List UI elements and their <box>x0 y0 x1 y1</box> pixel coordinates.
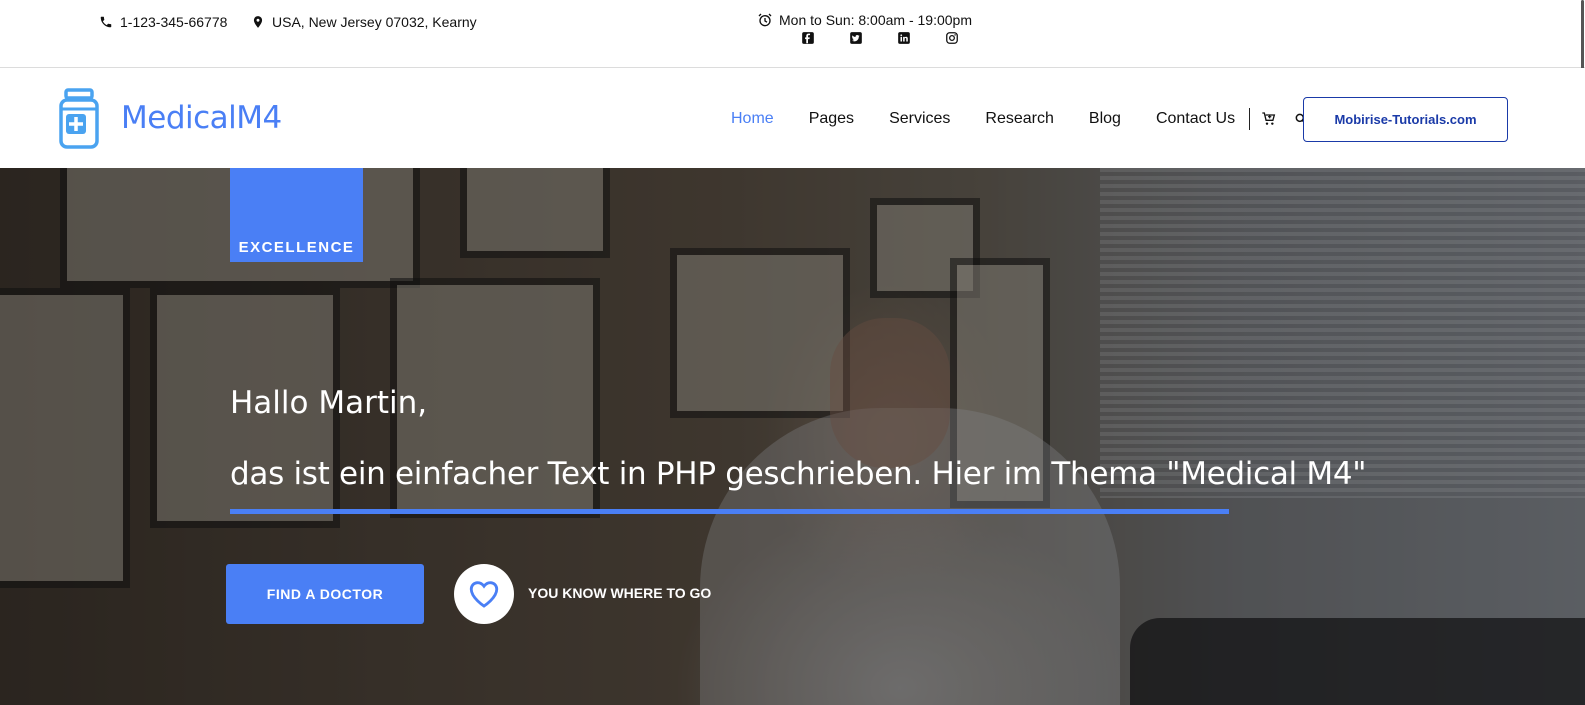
address-contact: USA, New Jersey 07032, Kearny <box>250 14 477 30</box>
hero-greeting: Hallo Martin, <box>230 385 428 421</box>
location-pin-icon <box>250 14 266 30</box>
nav-research[interactable]: Research <box>985 110 1053 128</box>
alarm-clock-icon <box>757 12 773 28</box>
hero-underline <box>230 509 1229 514</box>
mobirise-tutorials-button[interactable]: Mobirise-Tutorials.com <box>1303 97 1508 142</box>
menu-divider <box>1249 108 1251 130</box>
facebook-icon[interactable] <box>800 30 816 46</box>
nav-services[interactable]: Services <box>889 110 950 128</box>
instagram-icon[interactable] <box>944 30 960 46</box>
nav-contact-us[interactable]: Contact Us <box>1156 110 1235 128</box>
brand-name[interactable]: MedicalM4 <box>121 100 282 136</box>
nav-blog[interactable]: Blog <box>1089 110 1121 128</box>
linkedin-icon[interactable] <box>896 30 912 46</box>
hero-subline: das ist ein einfacher Text in PHP geschr… <box>230 456 1367 492</box>
phone-contact[interactable]: 1-123-345-66778 <box>98 14 227 30</box>
opening-hours: Mon to Sun: 8:00am - 19:00pm <box>757 12 972 28</box>
heart-icon-button[interactable] <box>454 564 514 624</box>
hours-text: Mon to Sun: 8:00am - 19:00pm <box>779 12 972 28</box>
phone-icon <box>98 14 114 30</box>
scrollbar-thumb[interactable] <box>1581 0 1584 70</box>
nav-home[interactable]: Home <box>731 110 774 128</box>
twitter-icon[interactable] <box>848 30 864 46</box>
you-know-where-to-go-link[interactable]: YOU KNOW WHERE TO GO <box>528 585 711 601</box>
address-text: USA, New Jersey 07032, Kearny <box>272 14 477 30</box>
find-a-doctor-button[interactable]: FIND A DOCTOR <box>226 564 424 624</box>
main-menu: Home Pages Services Research Blog Contac… <box>731 108 1324 130</box>
cart-icon[interactable] <box>1260 110 1278 128</box>
heart-icon <box>469 581 499 608</box>
social-links <box>800 30 960 46</box>
nav-pages[interactable]: Pages <box>809 110 854 128</box>
excellence-tag: EXCELLENCE <box>230 168 363 262</box>
top-info-bar: 1-123-345-66778 USA, New Jersey 07032, K… <box>0 0 1585 70</box>
medicine-bottle-logo-icon[interactable] <box>58 88 100 150</box>
phone-number: 1-123-345-66778 <box>120 14 228 30</box>
